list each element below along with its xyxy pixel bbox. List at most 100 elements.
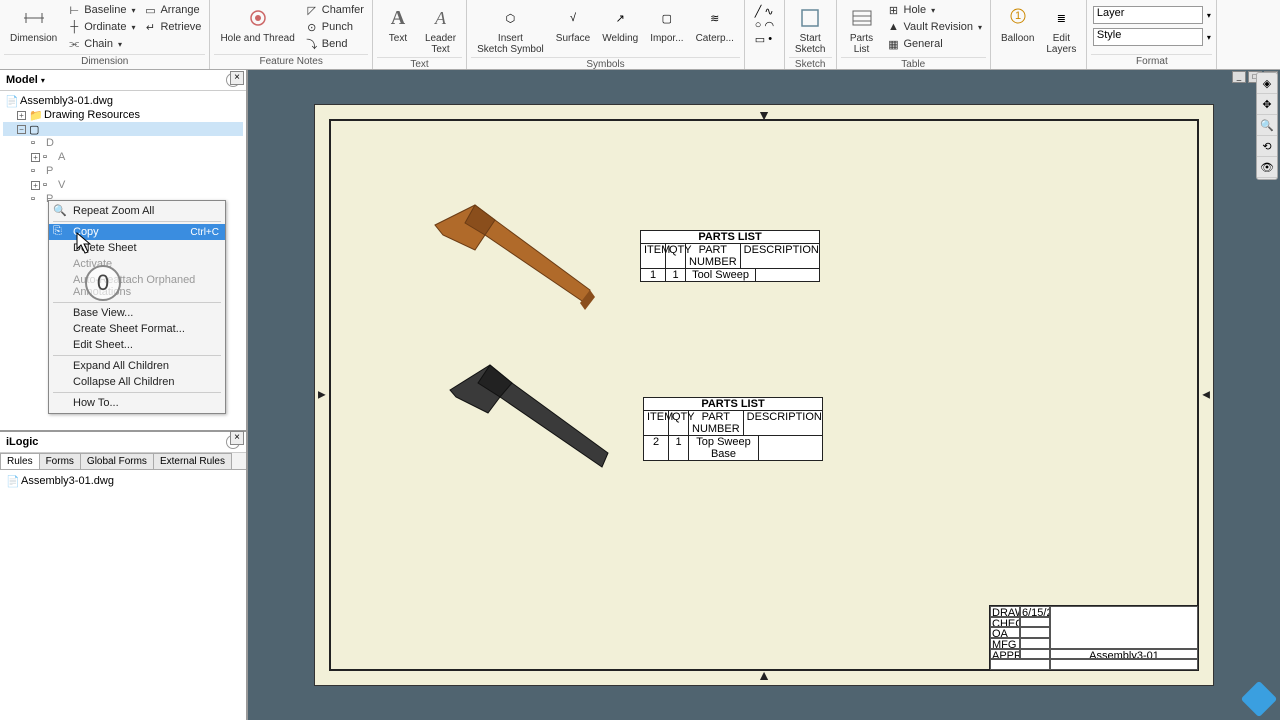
import-button[interactable]: ▢Impor...	[644, 2, 689, 46]
chain-button[interactable]: ⫘Chain▾	[65, 36, 137, 52]
bend-button[interactable]: ⤵Bend	[303, 36, 366, 52]
drawing-view-1[interactable]	[425, 195, 605, 325]
folder-icon: 📁	[29, 109, 41, 121]
punch-button[interactable]: ⊙Punch	[303, 19, 366, 35]
sketch-group-label: Sketch	[789, 57, 832, 70]
edit-layers-button[interactable]: ≣Edit Layers	[1040, 2, 1082, 57]
tree-root[interactable]: 📄Assembly3-01.dwg	[3, 94, 243, 108]
welding-button[interactable]: ↗Welding	[596, 2, 644, 46]
tree-sheet-selected[interactable]: −▢	[3, 122, 243, 136]
ribbon-group-sketch-mini: ╱∿ ○◠ ▭•	[745, 0, 785, 69]
dimension-button[interactable]: Dimension	[4, 2, 63, 46]
ilogic-tab-external-rules[interactable]: External Rules	[153, 453, 232, 469]
menu-auto-reattach: Auto-Reattach Orphaned Annotations	[49, 272, 225, 300]
app-logo-icon[interactable]	[1241, 681, 1278, 718]
ordinate-button[interactable]: ┼Ordinate▾	[65, 19, 137, 35]
line-icon[interactable]: ╱	[755, 5, 762, 18]
ilogic-panel: × iLogic ? Rules Forms Global Forms Exte…	[0, 430, 246, 720]
menu-copy[interactable]: ⎘CopyCtrl+C	[49, 224, 225, 240]
view-icon: ▫	[43, 151, 55, 163]
menu-separator	[53, 392, 221, 393]
ilogic-item[interactable]: 📄Assembly3-01.dwg	[4, 474, 242, 488]
main-area: × Model ▾ ? 📄Assembly3-01.dwg +📁Drawing …	[0, 70, 1280, 720]
chamfer-button[interactable]: ◸Chamfer	[303, 2, 366, 18]
text-icon: A	[384, 4, 412, 32]
parts-list-2[interactable]: PARTS LIST ITEM QTY PART NUMBER DESCRIPT…	[643, 397, 823, 461]
zoom-button[interactable]: 🔍	[1257, 116, 1277, 136]
circle-icon[interactable]: ○	[755, 19, 762, 32]
menu-delete-sheet[interactable]: Delete Sheet	[49, 240, 225, 256]
expander-icon[interactable]: +	[31, 153, 40, 162]
rect-icon[interactable]: ▭	[755, 33, 765, 46]
arc-icon[interactable]: ◠	[764, 19, 774, 32]
chamfer-icon: ◸	[305, 3, 319, 17]
menu-edit-sheet[interactable]: Edit Sheet...	[49, 337, 225, 353]
menu-repeat-zoom-all[interactable]: 🔍Repeat Zoom All	[49, 203, 225, 219]
expander-icon[interactable]: −	[17, 125, 26, 134]
layer-select[interactable]: Layer	[1093, 6, 1203, 24]
parts-list-button[interactable]: Parts List	[841, 2, 883, 57]
ilogic-tab-global-forms[interactable]: Global Forms	[80, 453, 154, 469]
balloon-button[interactable]: 1Balloon	[995, 2, 1040, 46]
text-group-label: Text	[377, 57, 462, 70]
menu-expand-all-children[interactable]: Expand All Children	[49, 358, 225, 374]
view-toolbar: ◈ ✥ 🔍 ⟲ 👁	[1256, 72, 1278, 180]
menu-separator	[53, 355, 221, 356]
punch-icon: ⊙	[305, 20, 319, 34]
text-button[interactable]: AText	[377, 2, 419, 46]
ribbon-group-dimension: Dimension ⊢Baseline▾ ┼Ordinate▾ ⫘Chain▾ …	[0, 0, 210, 69]
drawing-view-2[interactable]	[440, 355, 620, 485]
viewcube-button[interactable]: ◈	[1257, 74, 1277, 94]
hole-table-icon: ⊞	[887, 3, 901, 17]
spline-icon[interactable]: ∿	[764, 5, 773, 18]
menu-collapse-all-children[interactable]: Collapse All Children	[49, 374, 225, 390]
drawing-sheet[interactable]: ▼ ▲ ▶ ◀ PARTS LIST ITEM QTY	[314, 104, 1214, 686]
minimize-button[interactable]: _	[1232, 71, 1246, 83]
canvas-area[interactable]: _ □ × ◈ ✥ 🔍 ⟲ 👁 ▼ ▲ ▶ ◀	[248, 70, 1280, 720]
menu-separator	[53, 302, 221, 303]
expander-icon[interactable]: +	[17, 111, 26, 120]
leader-text-button[interactable]: ALeader Text	[419, 2, 462, 57]
caterpillar-button[interactable]: ≋Caterp...	[690, 2, 740, 46]
model-panel-close[interactable]: ×	[230, 71, 244, 85]
pan-button[interactable]: ✥	[1257, 95, 1277, 115]
look-button[interactable]: 👁	[1257, 158, 1277, 178]
insert-sketch-symbol-button[interactable]: ⬡Insert Sketch Symbol	[471, 2, 550, 57]
ribbon-group-feature-notes: Hole and Thread ◸Chamfer ⊙Punch ⤵Bend Fe…	[210, 0, 373, 69]
model-panel-header: Model ▾ ?	[0, 70, 246, 91]
general-table-button[interactable]: ▦General	[885, 36, 985, 52]
menu-create-sheet-format[interactable]: Create Sheet Format...	[49, 321, 225, 337]
baseline-button[interactable]: ⊢Baseline▾	[65, 2, 137, 18]
parts-list-title: PARTS LIST	[644, 398, 822, 411]
ribbon-group-format: Layer▾ Style▾ Format	[1087, 0, 1217, 69]
tree-item[interactable]: +▫A	[3, 150, 243, 164]
ilogic-tab-rules[interactable]: Rules	[0, 453, 40, 469]
style-select[interactable]: Style	[1093, 28, 1203, 46]
ilogic-body: 📄Assembly3-01.dwg	[0, 470, 246, 720]
tree-item[interactable]: ▫D	[3, 136, 243, 150]
feature-notes-group-label: Feature Notes	[214, 54, 368, 67]
start-sketch-button[interactable]: Start Sketch	[789, 2, 832, 57]
surface-button[interactable]: √Surface	[550, 2, 596, 46]
parts-list-1[interactable]: PARTS LIST ITEM QTY PART NUMBER DESCRIPT…	[640, 230, 820, 282]
arrange-button[interactable]: ▭Arrange	[141, 2, 203, 18]
ilogic-tab-forms[interactable]: Forms	[39, 453, 81, 469]
point-icon[interactable]: •	[768, 33, 772, 46]
hole-thread-button[interactable]: Hole and Thread	[214, 2, 300, 46]
menu-base-view[interactable]: Base View...	[49, 305, 225, 321]
title-block[interactable]: DRAWN6/15/2016 CHECKED QA MFG APPROVEDAs…	[989, 605, 1199, 671]
surface-icon: √	[559, 4, 587, 32]
vault-revision-button[interactable]: ▲Vault Revision▾	[885, 19, 985, 35]
ribbon-group-table: Parts List ⊞Hole▾ ▲Vault Revision▾ ▦Gene…	[837, 0, 992, 69]
tree-item[interactable]: +▫V	[3, 178, 243, 192]
hole-thread-icon	[244, 4, 272, 32]
welding-icon: ↗	[606, 4, 634, 32]
menu-how-to[interactable]: How To...	[49, 395, 225, 411]
tree-drawing-resources[interactable]: +📁Drawing Resources	[3, 108, 243, 122]
hole-table-button[interactable]: ⊞Hole▾	[885, 2, 985, 18]
expander-icon[interactable]: +	[31, 181, 40, 190]
ilogic-panel-close[interactable]: ×	[230, 431, 244, 445]
tree-item[interactable]: ▫P	[3, 164, 243, 178]
orbit-button[interactable]: ⟲	[1257, 137, 1277, 157]
retrieve-button[interactable]: ↵Retrieve	[141, 19, 203, 35]
